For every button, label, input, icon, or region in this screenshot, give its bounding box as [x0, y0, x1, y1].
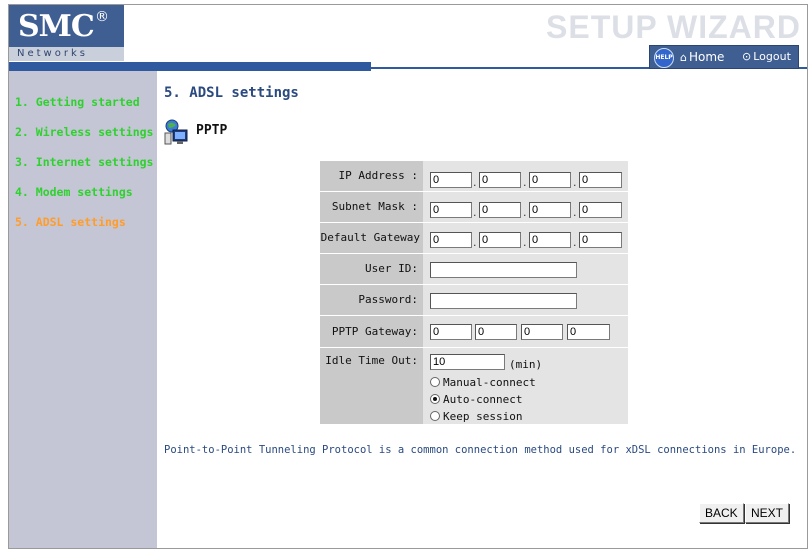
pptp-gateway-octet-3[interactable]: [521, 324, 563, 340]
password-row: Password:: [320, 285, 628, 315]
smc-logo: SMC ® Networks: [9, 5, 124, 61]
network-computer-icon: [164, 119, 188, 145]
ip-address-label: IP Address :: [320, 161, 423, 191]
home-link[interactable]: ⌂ Home: [680, 46, 724, 68]
ip-address-octet-3[interactable]: [529, 172, 571, 188]
keep-session-option[interactable]: Keep session: [430, 410, 522, 424]
ip-address-row: IP Address : . . .: [320, 161, 628, 191]
logout-icon: ⊙: [742, 50, 752, 63]
default-gateway-octet-2[interactable]: [479, 232, 521, 248]
pptp-gateway-label: PPTP Gateway:: [320, 316, 423, 347]
subnet-mask-octet-4[interactable]: [579, 202, 622, 218]
idle-timeout-field-cell: (min) Manual-connect Auto-connect Keep s…: [425, 348, 628, 424]
keep-session-label: Keep session: [443, 410, 523, 423]
default-gateway-octet-4[interactable]: [579, 232, 622, 248]
page-title: 5. ADSL settings: [164, 85, 299, 101]
default-gateway-dot: .: [523, 236, 527, 249]
idle-timeout-label: Idle Time Out:: [320, 348, 423, 424]
default-gateway-fields: . . .: [425, 223, 628, 253]
home-label: Home: [688, 50, 725, 64]
header-bar: [9, 62, 371, 71]
ip-address-dot: .: [473, 176, 477, 189]
subnet-mask-octet-1[interactable]: [430, 202, 472, 218]
keep-session-radio[interactable]: [430, 411, 440, 421]
subnet-mask-label: Subnet Mask :: [320, 192, 423, 222]
sidebar-item-internet-settings[interactable]: 3. Internet settings: [15, 155, 153, 169]
setup-wizard-window: SMC ® Networks SETUP WIZARD HELP ⌂ Home ⊙…: [8, 4, 808, 549]
default-gateway-octet-1[interactable]: [430, 232, 472, 248]
manual-connect-label: Manual-connect: [443, 376, 536, 389]
auto-connect-label: Auto-connect: [443, 393, 523, 406]
subnet-mask-row: Subnet Mask : . . .: [320, 192, 628, 222]
idle-timeout-input[interactable]: [430, 354, 505, 370]
user-id-label: User ID:: [320, 254, 423, 284]
idle-timeout-row: Idle Time Out: (min) Manual-connect Auto…: [320, 348, 628, 424]
idle-timeout-unit: (min): [509, 358, 543, 371]
user-id-row: User ID:: [320, 254, 628, 284]
ip-address-octet-1[interactable]: [430, 172, 472, 188]
sidebar-item-getting-started[interactable]: 1. Getting started: [15, 95, 140, 109]
ip-address-octet-2[interactable]: [479, 172, 521, 188]
manual-connect-option[interactable]: Manual-connect: [430, 376, 536, 390]
default-gateway-row: Default Gateway : . . .: [320, 223, 628, 274]
sidebar-item-modem-settings[interactable]: 4. Modem settings: [15, 185, 133, 199]
ip-address-dot: .: [523, 176, 527, 189]
default-gateway-dot: .: [473, 236, 477, 249]
setup-wizard-title: SETUP WIZARD: [546, 9, 801, 45]
subnet-mask-fields: . . .: [425, 192, 628, 222]
pptp-gateway-fields: [425, 316, 628, 347]
home-icon: ⌂: [680, 51, 687, 64]
subnet-mask-octet-3[interactable]: [529, 202, 571, 218]
pptp-gateway-octet-2[interactable]: [475, 324, 517, 340]
sidebar-item-wireless-settings[interactable]: 2. Wireless settings: [15, 125, 153, 139]
logout-link[interactable]: ⊙ Logout: [742, 46, 791, 68]
subnet-mask-dot: .: [573, 206, 577, 219]
sidebar: 1. Getting started 2. Wireless settings …: [9, 71, 157, 548]
pptp-gateway-octet-4[interactable]: [567, 324, 610, 340]
subnet-mask-octet-2[interactable]: [479, 202, 521, 218]
password-field-cell: [425, 285, 628, 315]
auto-connect-option[interactable]: Auto-connect: [430, 393, 522, 407]
next-button[interactable]: NEXT: [745, 503, 790, 523]
sidebar-item-adsl-settings[interactable]: 5. ADSL settings: [15, 215, 126, 229]
back-button[interactable]: BACK: [699, 503, 744, 523]
subnet-mask-dot: .: [473, 206, 477, 219]
ip-address-dot: .: [573, 176, 577, 189]
ip-address-octet-4[interactable]: [579, 172, 622, 188]
logo-registered-mark: ®: [95, 9, 109, 25]
auto-connect-radio[interactable]: [430, 394, 440, 404]
manual-connect-radio[interactable]: [430, 377, 440, 387]
default-gateway-dot: .: [573, 236, 577, 249]
ip-address-fields: . . .: [425, 161, 628, 191]
pptp-description: Point-to-Point Tunneling Protocol is a c…: [164, 444, 797, 456]
password-label: Password:: [320, 285, 423, 315]
pptp-settings-form: IP Address : . . . Subnet Mask : . . .: [320, 161, 628, 424]
header-nav: HELP ⌂ Home ⊙ Logout: [649, 45, 799, 69]
pptp-gateway-row: PPTP Gateway:: [320, 316, 628, 347]
logout-label: Logout: [753, 50, 791, 63]
help-icon[interactable]: HELP: [654, 48, 674, 68]
default-gateway-label: Default Gateway :: [320, 223, 423, 274]
logo-text: SMC: [18, 9, 95, 44]
section-label-pptp: PPTP: [196, 123, 228, 138]
logo-subtitle: Networks: [9, 47, 124, 61]
default-gateway-octet-3[interactable]: [529, 232, 571, 248]
user-id-field-cell: [425, 254, 628, 284]
pptp-gateway-octet-1[interactable]: [430, 324, 472, 340]
user-id-input[interactable]: [430, 262, 577, 278]
subnet-mask-dot: .: [523, 206, 527, 219]
password-input[interactable]: [430, 293, 577, 309]
